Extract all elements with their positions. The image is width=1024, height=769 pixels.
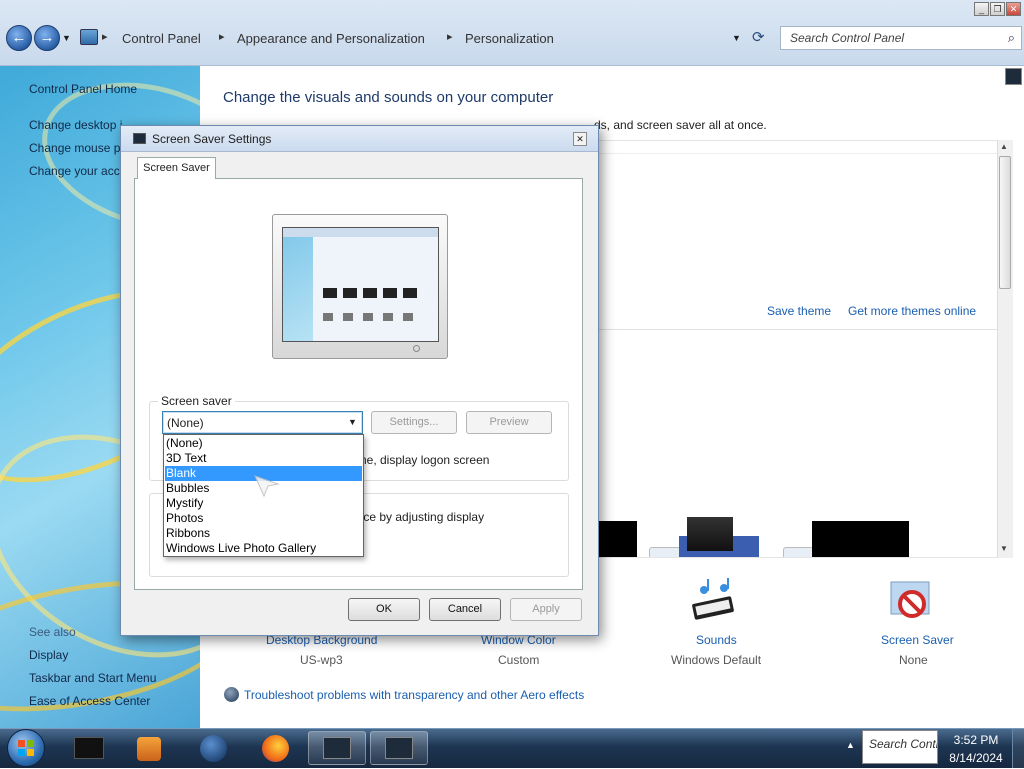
desktop-background-value: US-wp3 (300, 653, 343, 667)
get-more-themes-link[interactable]: Get more themes online (848, 304, 976, 318)
display-link[interactable]: Display (29, 648, 68, 662)
settings-button[interactable]: Settings... (371, 411, 457, 434)
screen-saver-dialog: Screen Saver Settings ✕ Screen Saver Scr… (120, 125, 599, 636)
maximize-button[interactable]: ❐ (990, 2, 1005, 16)
breadcrumb-personalization[interactable]: Personalization (465, 31, 554, 46)
resume-logon-text: ume, display logon screen (350, 453, 490, 467)
taskbar-item-screen-saver[interactable] (370, 731, 428, 765)
breadcrumb-separator[interactable]: ▸ (102, 30, 108, 43)
forward-button[interactable]: → (34, 25, 60, 51)
control-panel-home-link[interactable]: Control Panel Home (29, 82, 137, 96)
sounds-value: Windows Default (671, 653, 762, 667)
breadcrumb-control-panel[interactable]: Control Panel (122, 31, 201, 46)
dialog-app-icon (133, 133, 146, 144)
option-photos[interactable]: Photos (165, 511, 362, 526)
show-hidden-icons-icon[interactable]: ▲ (846, 740, 855, 750)
troubleshoot-aero-link[interactable]: Troubleshoot problems with transparency … (244, 688, 584, 702)
breadcrumb-appearance[interactable]: Appearance and Personalization (237, 31, 425, 46)
option-3d-text[interactable]: 3D Text (165, 451, 362, 466)
themes-scrollbar[interactable]: ▲ ▼ (997, 140, 1013, 558)
theme-thumbnail[interactable] (687, 517, 733, 551)
ok-button[interactable]: OK (348, 598, 420, 621)
see-also-heading: See also (29, 625, 76, 639)
taskbar-search-text: Search Contr (869, 737, 938, 751)
breadcrumb-separator[interactable]: ▸ (447, 30, 453, 43)
scroll-down-icon[interactable]: ▼ (1000, 544, 1008, 553)
mouse-cursor-icon (254, 474, 280, 501)
preview-button[interactable]: Preview (466, 411, 552, 434)
search-icon[interactable]: ⌕ (1008, 30, 1015, 46)
address-bar: _ ❐ ✕ ← → ▼ ▸ Control Panel ▸ Appearance… (0, 0, 1024, 66)
back-button[interactable]: ← (6, 25, 32, 51)
save-theme-link[interactable]: Save theme (767, 304, 831, 318)
dialog-close-button[interactable]: ✕ (573, 132, 587, 146)
tab-screen-saver[interactable]: Screen Saver (137, 157, 216, 179)
taskbar-item-app1[interactable] (60, 731, 118, 765)
ease-of-access-link[interactable]: Ease of Access Center (29, 694, 150, 708)
option-windows-live-photo-gallery[interactable]: Windows Live Photo Gallery (165, 541, 362, 556)
help-icon[interactable] (1005, 68, 1022, 85)
show-desktop-button[interactable] (1012, 729, 1024, 768)
option-ribbons[interactable]: Ribbons (165, 526, 362, 541)
screen-saver-value: None (899, 653, 928, 667)
option-none[interactable]: (None) (165, 436, 362, 451)
aero-troubleshoot-icon (224, 687, 239, 702)
taskbar-item-control-panel[interactable] (308, 731, 366, 765)
sounds-link[interactable]: Sounds (696, 633, 737, 647)
search-input[interactable]: Search Control Panel ⌕ (780, 26, 1022, 50)
page-description: ds, and screen saver all at once. (594, 118, 767, 132)
dropdown-selected-value: (None) (167, 416, 204, 430)
minimize-button[interactable]: _ (974, 2, 989, 16)
theme-thumbnail[interactable] (599, 521, 637, 557)
taskbar-search-thumbnail[interactable]: Search Contr (862, 730, 938, 764)
power-settings-text: ance by adjusting display (350, 510, 485, 524)
apply-button[interactable]: Apply (510, 598, 582, 621)
taskbar-item-globe[interactable] (184, 731, 242, 765)
scroll-up-icon[interactable]: ▲ (1000, 142, 1008, 151)
taskbar-item-media-player[interactable] (120, 731, 178, 765)
dialog-titlebar[interactable]: Screen Saver Settings ✕ (121, 126, 598, 152)
screen-saver-group-label: Screen saver (158, 394, 235, 408)
page-title: Change the visuals and sounds on your co… (223, 89, 554, 106)
screen-saver-link[interactable]: Screen Saver (881, 633, 954, 647)
address-dropdown-icon[interactable]: ▼ (732, 33, 741, 43)
window-color-value: Custom (498, 653, 540, 667)
change-desktop-icons-link[interactable]: Change desktop i (29, 118, 122, 132)
close-button[interactable]: ✕ (1006, 2, 1021, 16)
themes-list[interactable] (598, 140, 1013, 558)
clock-time[interactable]: 3:52 PM (946, 733, 1006, 747)
clock-date[interactable]: 8/14/2024 (946, 751, 1006, 765)
search-placeholder: Search Control Panel (790, 31, 905, 45)
scrollbar-thumb[interactable] (999, 156, 1011, 289)
taskbar-start-menu-link[interactable]: Taskbar and Start Menu (29, 671, 156, 685)
history-dropdown-icon[interactable]: ▼ (62, 33, 71, 43)
breadcrumb-separator[interactable]: ▸ (219, 30, 225, 43)
cancel-button[interactable]: Cancel (429, 598, 501, 621)
preview-screen (282, 227, 439, 342)
dialog-title: Screen Saver Settings (152, 132, 272, 146)
control-panel-icon (80, 29, 98, 45)
start-button[interactable] (7, 729, 45, 767)
theme-thumbnail[interactable] (812, 521, 909, 557)
taskbar-item-firefox[interactable] (246, 731, 304, 765)
screen-saver-dropdown[interactable]: (None) ▼ (162, 411, 363, 434)
screen-saver-icon[interactable] (887, 578, 937, 628)
sounds-icon[interactable] (690, 576, 740, 626)
change-mouse-pointers-link[interactable]: Change mouse p (29, 141, 120, 155)
change-account-picture-link[interactable]: Change your acc (29, 164, 120, 178)
chevron-down-icon[interactable]: ▼ (348, 417, 357, 427)
monitor-preview (272, 214, 448, 359)
refresh-icon[interactable]: ⟳ (752, 28, 765, 46)
